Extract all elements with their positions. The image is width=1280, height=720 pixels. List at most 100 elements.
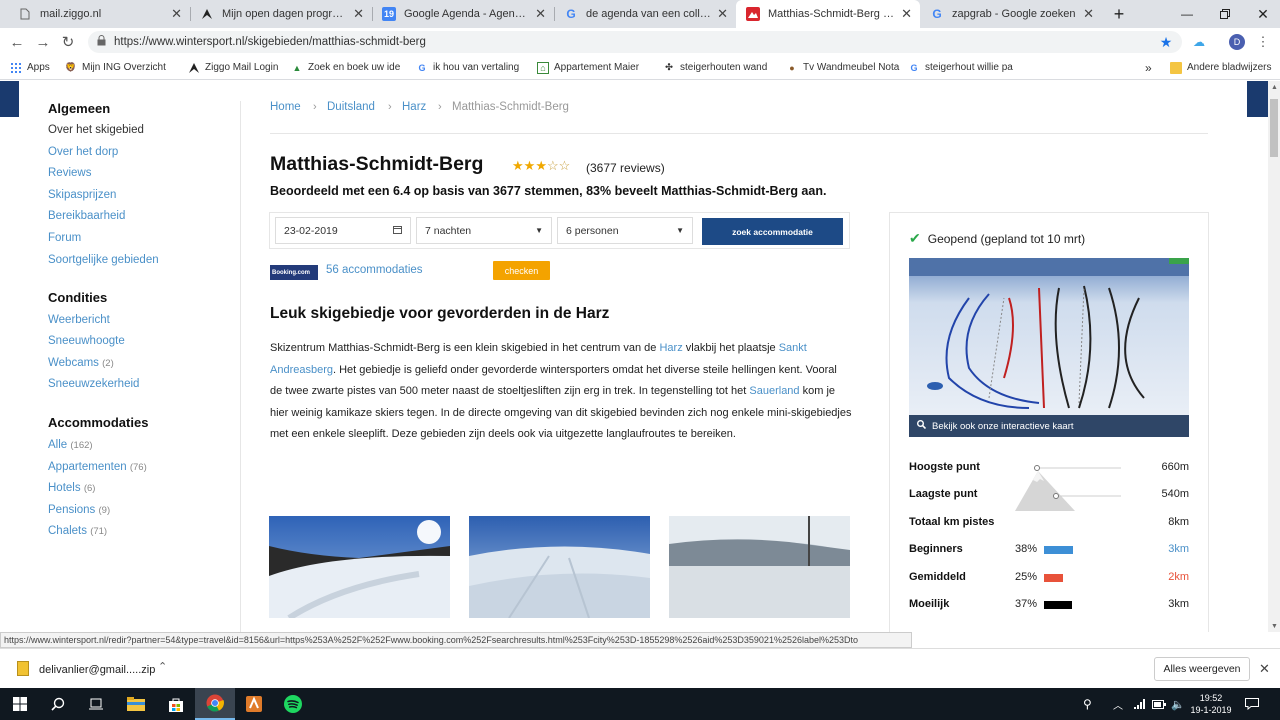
volume-icon[interactable]: 🔈 [1171,688,1185,720]
page-scrollbar[interactable]: ▲ ▼ [1268,81,1280,632]
close-icon[interactable]: ✕ [901,6,912,22]
new-tab-button[interactable]: + [1100,0,1138,28]
bookmark-apps[interactable]: Apps [10,56,50,79]
cloud-extension-icon[interactable]: ☁ [1189,32,1209,52]
download-item[interactable]: delivanlier@gmail.....zip [39,664,155,676]
bookmark-zoek[interactable]: ▲ Zoek en boek uw ide [291,56,401,79]
photo-1[interactable] [269,516,450,618]
scroll-up-arrow[interactable]: ▲ [1271,84,1278,91]
battery-icon[interactable] [1152,688,1166,720]
search-icon[interactable] [38,688,78,720]
breadcrumb-duitsland[interactable]: Duitsland [327,101,375,113]
chevron-up-icon[interactable]: ⌃ [158,660,167,673]
tab-mail-ziggo[interactable]: mail.ziggo.nl ✕ [8,0,190,28]
windows-taskbar: ⚲ ︿ 🔈 19:52 19-1-2019 [0,688,1280,720]
sidebar-item-sneeuwhoogte[interactable]: Sneeuwhoogte [48,335,125,347]
clock[interactable]: 19:52 19-1-2019 [1188,688,1234,720]
tab-google-agenda[interactable]: 19 Google Agenda - Agenda-instellingen ✕ [372,0,554,28]
page-icon [18,7,32,21]
windows-start-icon[interactable] [0,688,40,720]
close-icon[interactable]: ✕ [353,6,364,22]
nights-select[interactable]: 7 nachten ▼ [416,217,552,244]
address-bar[interactable]: https://www.wintersport.nl/skigebieden/m… [88,31,1182,53]
bookmark-star-icon[interactable]: ★ [1156,32,1176,52]
menu-icon[interactable]: ⋮ [1253,32,1273,52]
photo-3[interactable] [669,516,850,618]
sidebar-item-over-het-dorp[interactable]: Over het dorp [48,146,118,158]
tab-agenda-collega[interactable]: G de agenda van een collega toevoegen ✕ [554,0,736,28]
date-input[interactable]: 23-02-2019 [275,217,411,244]
link-harz[interactable]: Harz [659,342,682,354]
close-icon[interactable]: ✕ [171,6,182,22]
sidebar-item-alle[interactable]: Alle (162) [48,439,93,451]
sidebar-item-soortgelijke-gebieden[interactable]: Soortgelijke gebieden [48,254,159,266]
beginners-pct: 38% [1015,543,1038,555]
bookmark-steigerhouten[interactable]: ✣ steigerhouten wand [663,56,767,79]
network-icon[interactable] [1134,688,1146,720]
sidebar-item-appartementen[interactable]: Appartementen (76) [48,461,147,473]
bookmark-ziggo[interactable]: Ziggo Mail Login [188,56,278,79]
bookmark-tv-wandmeubel[interactable]: ● Tv Wandmeubel Nota [786,56,899,79]
google-icon: G [910,62,918,73]
bookmark-ing[interactable]: 🦁 Mijn ING Overzicht [65,56,166,79]
intermediate-pct: 25% [1015,571,1038,583]
close-downloads-icon[interactable]: ✕ [1259,661,1270,677]
restore-icon[interactable] [1206,0,1244,28]
sidebar-item-forum[interactable]: Forum [48,232,81,244]
sidebar-item-webcams[interactable]: Webcams (2) [48,357,114,369]
piste-map[interactable]: Bekijk ook onze interactieve kaart [909,258,1189,437]
tab-zapgrab[interactable]: G zapgrab - Google zoeken ✕ [920,0,1102,28]
task-view-icon[interactable] [76,688,116,720]
search-accommodation-button[interactable]: zoek accommodatie [702,218,843,245]
sidebar-item-hotels[interactable]: Hotels (6) [48,482,95,494]
close-icon[interactable]: ✕ [717,6,728,22]
close-window-icon[interactable]: ✕ [1244,0,1280,28]
chrome-icon[interactable] [195,688,235,720]
interactive-map-link[interactable]: Bekijk ook onze interactieve kaart [909,415,1189,437]
forward-icon[interactable]: → [33,32,53,52]
breadcrumb-harz[interactable]: Harz [402,101,426,113]
sidebar-item-skipasprijzen[interactable]: Skipasprijzen [48,189,116,201]
left-decoration [0,81,19,117]
tray-chevron-icon[interactable]: ︿ [1113,688,1123,720]
bookmarks-overflow-chevron[interactable]: » [1145,56,1152,79]
link-sauerland[interactable]: Sauerland [749,385,799,397]
minimize-icon[interactable]: — [1168,0,1206,28]
avatar[interactable]: D [1227,32,1247,52]
persons-select[interactable]: 6 personen ▼ [557,217,693,244]
review-count[interactable]: (3677 reviews) [586,161,665,175]
breadcrumb-home[interactable]: Home [270,101,301,113]
sidebar-item-chalets[interactable]: Chalets (71) [48,525,107,537]
wintersport-icon [746,7,760,21]
bookmark-steigerhout-willie[interactable]: Gsteigerhout willie pa [908,56,1012,79]
calendar-icon [393,225,402,237]
bookmark-vertaling[interactable]: Gik hou van vertaling [416,56,519,79]
bookmark-other[interactable]: Andere bladwijzers [1170,56,1272,79]
back-icon[interactable]: ← [7,32,27,52]
people-icon[interactable]: ⚲ [1083,688,1092,720]
photo-2[interactable] [469,516,650,618]
show-all-downloads-button[interactable]: Alles weergeven [1154,657,1250,681]
sidebar-heading-condities: Condities [48,290,108,305]
store-icon[interactable] [156,688,196,720]
sidebar-item-reviews[interactable]: Reviews [48,167,91,179]
spotify-icon[interactable] [273,688,313,720]
scrollbar-thumb[interactable] [1270,99,1278,157]
sidebar-item-pensions[interactable]: Pensions (9) [48,504,110,516]
sidebar-item-sneeuwzekerheid[interactable]: Sneeuwzekerheid [48,378,139,390]
notifications-icon[interactable] [1245,688,1259,720]
tab-open-dagen[interactable]: Mijn open dagen programma ✕ [190,0,372,28]
tab-matthias-schmidt-berg[interactable]: Matthias-Schmidt-Berg - skigebied ✕ [736,0,920,28]
sidebar-item-weerbericht[interactable]: Weerbericht [48,314,110,326]
sidebar-item-bereikbaarheid[interactable]: Bereikbaarheid [48,210,125,222]
bookmark-appartement[interactable]: ⌂ Appartement Maier [537,56,639,79]
file-explorer-icon[interactable] [116,688,156,720]
check-button[interactable]: checken [493,261,550,280]
sidebar-item-over-het-skigebied[interactable]: Over het skigebied [48,124,144,136]
scroll-down-arrow[interactable]: ▼ [1271,623,1278,630]
reload-icon[interactable]: ↻ [58,32,78,52]
close-icon[interactable]: ✕ [1083,6,1094,22]
screen-recorder-icon[interactable] [234,688,274,720]
accommodations-link[interactable]: 56 accommodaties [326,264,423,276]
close-icon[interactable]: ✕ [535,6,546,22]
